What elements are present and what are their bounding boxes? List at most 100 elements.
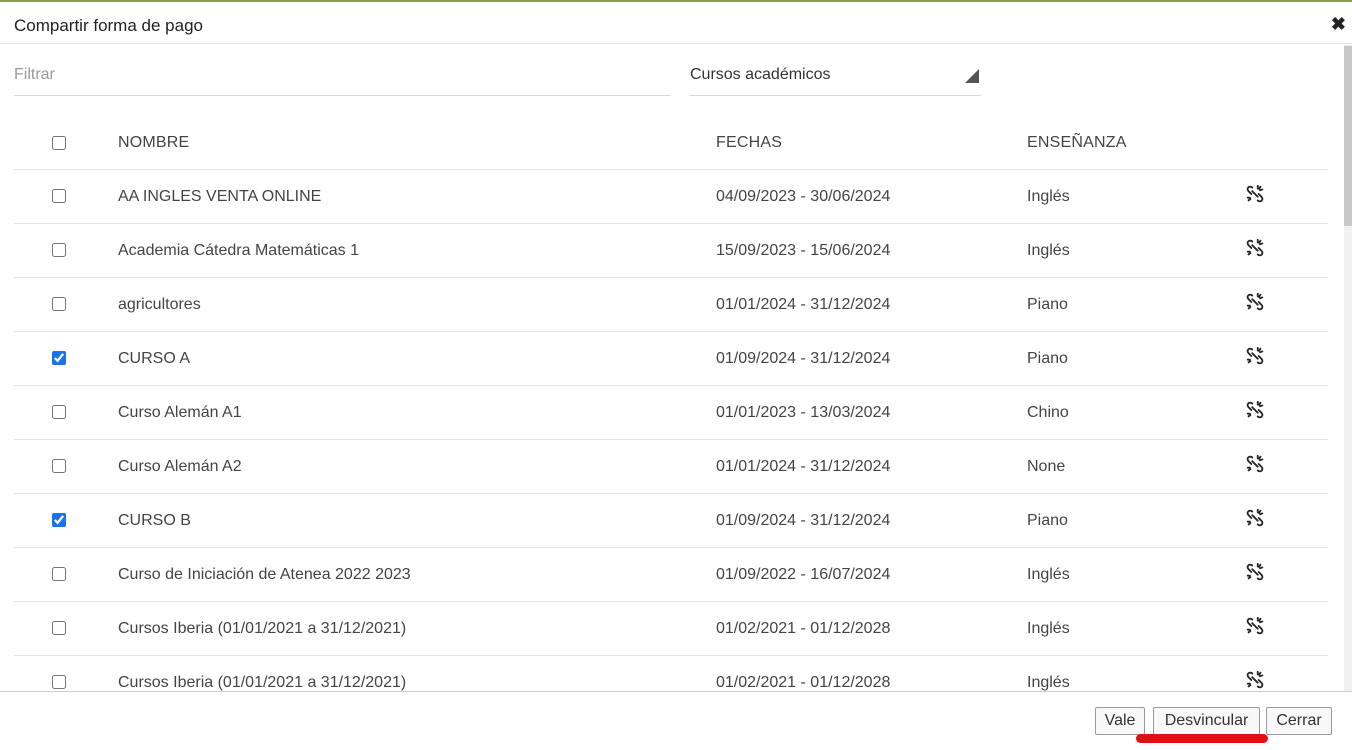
filter-input[interactable]	[14, 55, 670, 96]
row-actions-cell	[1242, 493, 1328, 548]
course-teaching: Inglés	[1027, 169, 1242, 224]
row-checkbox-cell	[14, 655, 118, 691]
select-all-cell	[14, 117, 118, 170]
row-actions-cell	[1242, 601, 1328, 656]
column-header-dates[interactable]: FECHAS	[716, 117, 1027, 170]
dialog-footer: Vale Desvincular Cerrar	[0, 691, 1352, 750]
row-actions-cell	[1242, 439, 1328, 494]
course-dates: 01/02/2021 - 01/12/2028	[716, 655, 1027, 691]
row-checkbox[interactable]	[52, 567, 66, 582]
unlink-icon[interactable]	[1244, 291, 1266, 313]
row-checkbox-cell	[14, 385, 118, 440]
row-checkbox[interactable]	[52, 459, 66, 474]
row-checkbox-cell	[14, 439, 118, 494]
course-name: agricultores	[118, 277, 716, 332]
table-row[interactable]: Cursos Iberia (01/01/2021 a 31/12/2021) 0…	[14, 601, 1328, 656]
course-teaching: Inglés	[1027, 601, 1242, 656]
table-header-row: NOMBRE FECHAS ENSEÑANZA	[14, 117, 1328, 170]
course-type-select[interactable]: Cursos académicos	[690, 55, 981, 96]
table-row[interactable]: CURSO B 01/09/2024 - 31/12/2024 Piano	[14, 493, 1328, 548]
row-checkbox-cell	[14, 601, 118, 656]
course-name: CURSO B	[118, 493, 716, 548]
row-actions-cell	[1242, 277, 1328, 332]
row-checkbox[interactable]	[52, 513, 66, 528]
course-teaching: Inglés	[1027, 547, 1242, 602]
table-row[interactable]: agricultores 01/01/2024 - 31/12/2024 Piano	[14, 277, 1328, 332]
highlight-underline	[1136, 734, 1268, 743]
dialog-title: Compartir forma de pago	[14, 16, 203, 35]
row-checkbox[interactable]	[52, 297, 66, 312]
course-dates: 01/01/2024 - 31/12/2024	[716, 277, 1027, 332]
course-teaching: Piano	[1027, 277, 1242, 332]
course-dates: 01/02/2021 - 01/12/2028	[716, 601, 1027, 656]
row-actions-cell	[1242, 169, 1328, 224]
column-header-teaching[interactable]: ENSEÑANZA	[1027, 117, 1242, 170]
row-actions-cell	[1242, 385, 1328, 440]
select-all-checkbox[interactable]	[52, 135, 66, 150]
course-name: Curso Alemán A1	[118, 385, 716, 440]
table-row[interactable]: AA INGLES VENTA ONLINE 04/09/2023 - 30/06…	[14, 169, 1328, 224]
course-name: AA INGLES VENTA ONLINE	[118, 169, 716, 224]
course-teaching: None	[1027, 439, 1242, 494]
column-header-actions	[1242, 117, 1328, 170]
unlink-icon[interactable]	[1244, 183, 1266, 205]
unlink-icon[interactable]	[1244, 237, 1266, 259]
row-actions-cell	[1242, 223, 1328, 278]
course-name: Cursos Iberia (01/01/2021 a 31/12/2021)	[118, 655, 716, 691]
row-checkbox[interactable]	[52, 405, 66, 420]
courses-table: NOMBRE FECHAS ENSEÑANZA AA INGLES VENTA …	[14, 117, 1328, 691]
dialog-body: Cursos académicos NOMBRE FECHAS ENSEÑANZ…	[0, 45, 1352, 691]
close-button[interactable]: Cerrar	[1266, 707, 1332, 735]
scrollbar-thumb[interactable]	[1344, 46, 1352, 226]
row-checkbox-cell	[14, 547, 118, 602]
course-name: Curso Alemán A2	[118, 439, 716, 494]
unlink-icon[interactable]	[1244, 561, 1266, 583]
row-actions-cell	[1242, 655, 1328, 691]
unlink-button[interactable]: Desvincular	[1153, 707, 1260, 735]
row-checkbox[interactable]	[52, 675, 66, 690]
unlink-icon[interactable]	[1244, 345, 1266, 367]
course-dates: 01/01/2023 - 13/03/2024	[716, 385, 1027, 440]
row-actions-cell	[1242, 331, 1328, 386]
row-checkbox-cell	[14, 169, 118, 224]
course-name: Curso de Iniciación de Atenea 2022 2023	[118, 547, 716, 602]
course-teaching: Piano	[1027, 331, 1242, 386]
course-type-select-value: Cursos académicos	[690, 66, 831, 83]
row-actions-cell	[1242, 547, 1328, 602]
table-row[interactable]: Curso Alemán A1 01/01/2023 - 13/03/2024 Ch…	[14, 385, 1328, 440]
row-checkbox[interactable]	[52, 621, 66, 636]
table-row[interactable]: Curso Alemán A2 01/01/2024 - 31/12/2024 No…	[14, 439, 1328, 494]
course-teaching: Inglés	[1027, 223, 1242, 278]
dialog-header: Compartir forma de pago ✖	[0, 2, 1352, 44]
table-row[interactable]: CURSO A 01/09/2024 - 31/12/2024 Piano	[14, 331, 1328, 386]
course-teaching: Piano	[1027, 493, 1242, 548]
table-row[interactable]: Cursos Iberia (01/01/2021 a 31/12/2021) 0…	[14, 655, 1328, 691]
course-dates: 04/09/2023 - 30/06/2024	[716, 169, 1027, 224]
course-dates: 01/09/2024 - 31/12/2024	[716, 331, 1027, 386]
unlink-icon[interactable]	[1244, 507, 1266, 529]
course-name: Cursos Iberia (01/01/2021 a 31/12/2021)	[118, 601, 716, 656]
row-checkbox[interactable]	[52, 351, 66, 366]
unlink-icon[interactable]	[1244, 399, 1266, 421]
table-row[interactable]: Curso de Iniciación de Atenea 2022 2023 0…	[14, 547, 1328, 602]
unlink-icon[interactable]	[1244, 669, 1266, 691]
course-name: Academia Cátedra Matemáticas 1	[118, 223, 716, 278]
column-header-name[interactable]: NOMBRE	[118, 117, 716, 170]
row-checkbox-cell	[14, 223, 118, 278]
course-dates: 01/09/2024 - 31/12/2024	[716, 493, 1027, 548]
course-dates: 15/09/2023 - 15/06/2024	[716, 223, 1027, 278]
close-icon[interactable]: ✖	[1331, 15, 1346, 33]
ok-button[interactable]: Vale	[1095, 707, 1145, 735]
unlink-icon[interactable]	[1244, 453, 1266, 475]
course-teaching: Chino	[1027, 385, 1242, 440]
row-checkbox-cell	[14, 331, 118, 386]
row-checkbox[interactable]	[52, 243, 66, 258]
course-dates: 01/09/2022 - 16/07/2024	[716, 547, 1027, 602]
course-name: CURSO A	[118, 331, 716, 386]
course-dates: 01/01/2024 - 31/12/2024	[716, 439, 1027, 494]
row-checkbox[interactable]	[52, 189, 66, 204]
row-checkbox-cell	[14, 277, 118, 332]
row-checkbox-cell	[14, 493, 118, 548]
table-row[interactable]: Academia Cátedra Matemáticas 1 15/09/2023…	[14, 223, 1328, 278]
unlink-icon[interactable]	[1244, 615, 1266, 637]
